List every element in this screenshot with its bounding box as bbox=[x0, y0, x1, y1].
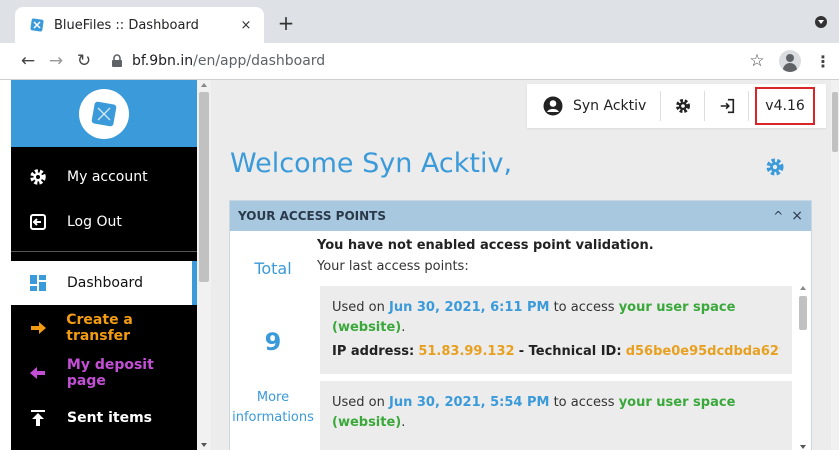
browser-tab[interactable]: BlueFiles :: Dashboard × bbox=[15, 7, 264, 43]
sidebar-scrollbar[interactable] bbox=[197, 80, 211, 450]
scroll-up-arrow-icon[interactable] bbox=[800, 286, 806, 290]
page-scrollbar[interactable] bbox=[831, 80, 839, 450]
last-access-points-label: Your last access points: bbox=[317, 259, 469, 274]
access-date: Jun 30, 2021, 5:54 PM bbox=[389, 395, 550, 410]
access-points-panel: YOUR ACCESS POINTS ^ × Total 9 More info… bbox=[229, 200, 812, 450]
sidebar-divider bbox=[11, 251, 197, 252]
access-target: your user space bbox=[618, 395, 736, 410]
more-informations-link[interactable]: More informations bbox=[230, 388, 316, 428]
sidebar: My account Log Out Dashboard Create a tr… bbox=[11, 80, 197, 450]
top-toolbar: Syn Acktiv v4.16 bbox=[527, 84, 826, 128]
url-path: /en/app/dashboard bbox=[193, 53, 326, 69]
logout-button[interactable] bbox=[705, 91, 750, 121]
scrollbar-thumb[interactable] bbox=[832, 92, 838, 152]
period: . bbox=[401, 320, 406, 335]
back-arrow-icon[interactable]: ← bbox=[14, 51, 42, 71]
sidebar-logo-area bbox=[11, 80, 197, 147]
close-tab-icon[interactable]: × bbox=[238, 18, 254, 33]
scroll-up-arrow-icon[interactable] bbox=[201, 83, 207, 87]
dashboard-settings-gear-icon[interactable] bbox=[764, 156, 786, 178]
version-label: v4.16 bbox=[755, 87, 815, 125]
browser-menu-icon[interactable]: ⋮ bbox=[815, 52, 831, 71]
used-on-text: Used on bbox=[332, 300, 385, 315]
new-tab-button[interactable]: + bbox=[275, 10, 297, 36]
settings-button[interactable] bbox=[661, 91, 706, 121]
tab-title: BlueFiles :: Dashboard bbox=[54, 17, 199, 33]
url-field[interactable]: bf.9bn.in/en/app/dashboard bbox=[110, 53, 743, 69]
technical-id-label: - Technical ID: bbox=[518, 344, 622, 359]
access-point-entry: Used on Jun 30, 2021, 5:54 PM to access … bbox=[320, 381, 792, 450]
total-count: 9 bbox=[264, 328, 282, 356]
user-circle-icon bbox=[543, 96, 563, 116]
bluefiles-logo[interactable] bbox=[79, 88, 129, 139]
sidebar-item-label: My account bbox=[67, 169, 148, 185]
sidebar-item-dashboard[interactable]: Dashboard bbox=[11, 261, 197, 305]
upload-icon bbox=[27, 407, 49, 429]
access-target-type: (website) bbox=[332, 415, 402, 430]
sidebar-item-label: Dashboard bbox=[67, 275, 143, 291]
dashboard-icon bbox=[27, 272, 49, 294]
arrow-right-icon bbox=[27, 317, 48, 339]
scrollbar-thumb[interactable] bbox=[799, 296, 807, 330]
ip-address: 51.83.99.132 bbox=[418, 344, 515, 359]
technical-id: d56be0e95dcdbda62952... bbox=[625, 344, 780, 359]
access-point-entry: Used on Jun 30, 2021, 6:11 PM to access … bbox=[320, 286, 792, 374]
access-date: Jun 30, 2021, 6:11 PM bbox=[389, 300, 550, 315]
bookmark-star-icon[interactable]: ☆ bbox=[743, 51, 771, 71]
gear-icon bbox=[27, 166, 49, 188]
sidebar-item-label: Log Out bbox=[67, 214, 122, 230]
panel-header: YOUR ACCESS POINTS ^ × bbox=[230, 201, 811, 231]
bluefiles-logo-icon bbox=[91, 101, 117, 126]
validation-notice: You have not enabled access point valida… bbox=[317, 238, 654, 253]
browser-tab-bar: BlueFiles :: Dashboard × + bbox=[0, 0, 839, 43]
panel-title: YOUR ACCESS POINTS bbox=[238, 209, 386, 223]
user-name: Syn Acktiv bbox=[573, 98, 647, 114]
access-target-type: (website) bbox=[332, 320, 402, 335]
page-title: Welcome Syn Acktiv, bbox=[230, 148, 513, 179]
sidebar-item-label: Sent items bbox=[67, 410, 153, 426]
sidebar-item-my-account[interactable]: My account bbox=[11, 155, 197, 199]
total-column: Total 9 More informations bbox=[230, 231, 316, 450]
collapse-chevron-icon[interactable]: ^ bbox=[773, 209, 783, 223]
period: . bbox=[401, 415, 406, 430]
sidebar-item-create-transfer[interactable]: Create a transfer bbox=[11, 306, 197, 350]
browser-address-bar: ← → ↻ bf.9bn.in/en/app/dashboard ☆ ⋮ bbox=[0, 43, 839, 80]
access-target: your user space bbox=[618, 300, 736, 315]
lock-icon bbox=[112, 54, 122, 67]
page-viewport: My account Log Out Dashboard Create a tr… bbox=[11, 80, 839, 450]
tab-search-icon[interactable] bbox=[815, 16, 827, 28]
close-icon[interactable]: × bbox=[791, 208, 803, 224]
sidebar-item-label: My deposit page bbox=[66, 357, 154, 389]
profile-avatar-icon[interactable] bbox=[779, 50, 801, 72]
to-access-text: to access bbox=[553, 300, 615, 315]
arrow-left-icon bbox=[27, 362, 49, 384]
sign-in-icon bbox=[720, 98, 734, 114]
gear-icon bbox=[675, 99, 690, 113]
reload-icon[interactable]: ↻ bbox=[70, 51, 98, 71]
scroll-down-arrow-icon[interactable] bbox=[800, 445, 806, 449]
access-points-scrollbar[interactable] bbox=[797, 286, 809, 450]
to-access-text: to access bbox=[553, 395, 615, 410]
scroll-down-arrow-icon[interactable] bbox=[201, 443, 207, 447]
sidebar-item-log-out[interactable]: Log Out bbox=[11, 200, 197, 244]
ip-label: IP address: bbox=[332, 344, 415, 359]
more-link-line2: informations bbox=[232, 410, 314, 425]
more-link-line1: More bbox=[256, 390, 290, 405]
url-host: bf.9bn.in bbox=[132, 53, 194, 69]
sidebar-item-sent-items[interactable]: Sent items bbox=[11, 396, 197, 440]
scrollbar-thumb[interactable] bbox=[199, 92, 209, 282]
logout-icon bbox=[27, 211, 49, 233]
used-on-text: Used on bbox=[332, 395, 385, 410]
forward-arrow-icon[interactable]: → bbox=[42, 51, 70, 71]
sidebar-item-deposit-page[interactable]: My deposit page bbox=[11, 351, 197, 395]
user-menu[interactable]: Syn Acktiv bbox=[527, 91, 662, 121]
bluefiles-favicon-icon bbox=[30, 18, 44, 32]
sidebar-item-label: Create a transfer bbox=[66, 312, 133, 344]
total-label: Total bbox=[254, 259, 292, 278]
main-content: Syn Acktiv v4.16 Welcome Syn Acktiv, YOU… bbox=[211, 80, 839, 450]
